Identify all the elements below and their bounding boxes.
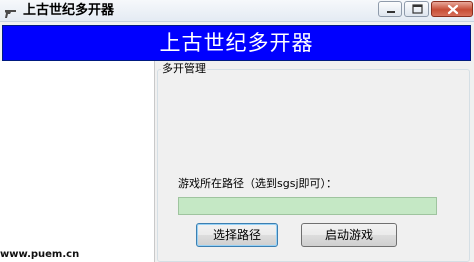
- header-banner: 上古世纪多开器: [2, 25, 471, 61]
- maximize-button[interactable]: [404, 1, 429, 17]
- title-bar[interactable]: 上古世纪多开器: [0, 0, 474, 22]
- game-path-input[interactable]: [178, 197, 437, 215]
- app-window: 上古世纪多开器 上古世纪多开器 多开管理 游戏所在路径（选到sgsj即可）： 选…: [0, 0, 474, 262]
- multi-open-panel: 多开管理 游戏所在路径（选到sgsj即可）： 选择路径 启动游戏: [156, 61, 474, 262]
- window-title: 上古世纪多开器: [23, 3, 115, 18]
- game-path-label: 游戏所在路径（选到sgsj即可）：: [178, 177, 337, 190]
- group-legend: 多开管理: [161, 62, 207, 76]
- start-game-button[interactable]: 启动游戏: [301, 223, 397, 247]
- minimize-button[interactable]: [378, 1, 402, 17]
- close-icon: [447, 4, 459, 15]
- close-button[interactable]: [431, 1, 473, 17]
- watermark: www.puem.cn: [0, 249, 80, 260]
- minimize-icon: [387, 11, 395, 13]
- left-panel[interactable]: [0, 61, 155, 262]
- banner-title: 上古世纪多开器: [159, 31, 314, 55]
- maximize-icon: [412, 4, 423, 14]
- pistol-icon: [4, 4, 17, 18]
- select-path-button[interactable]: 选择路径: [196, 223, 278, 247]
